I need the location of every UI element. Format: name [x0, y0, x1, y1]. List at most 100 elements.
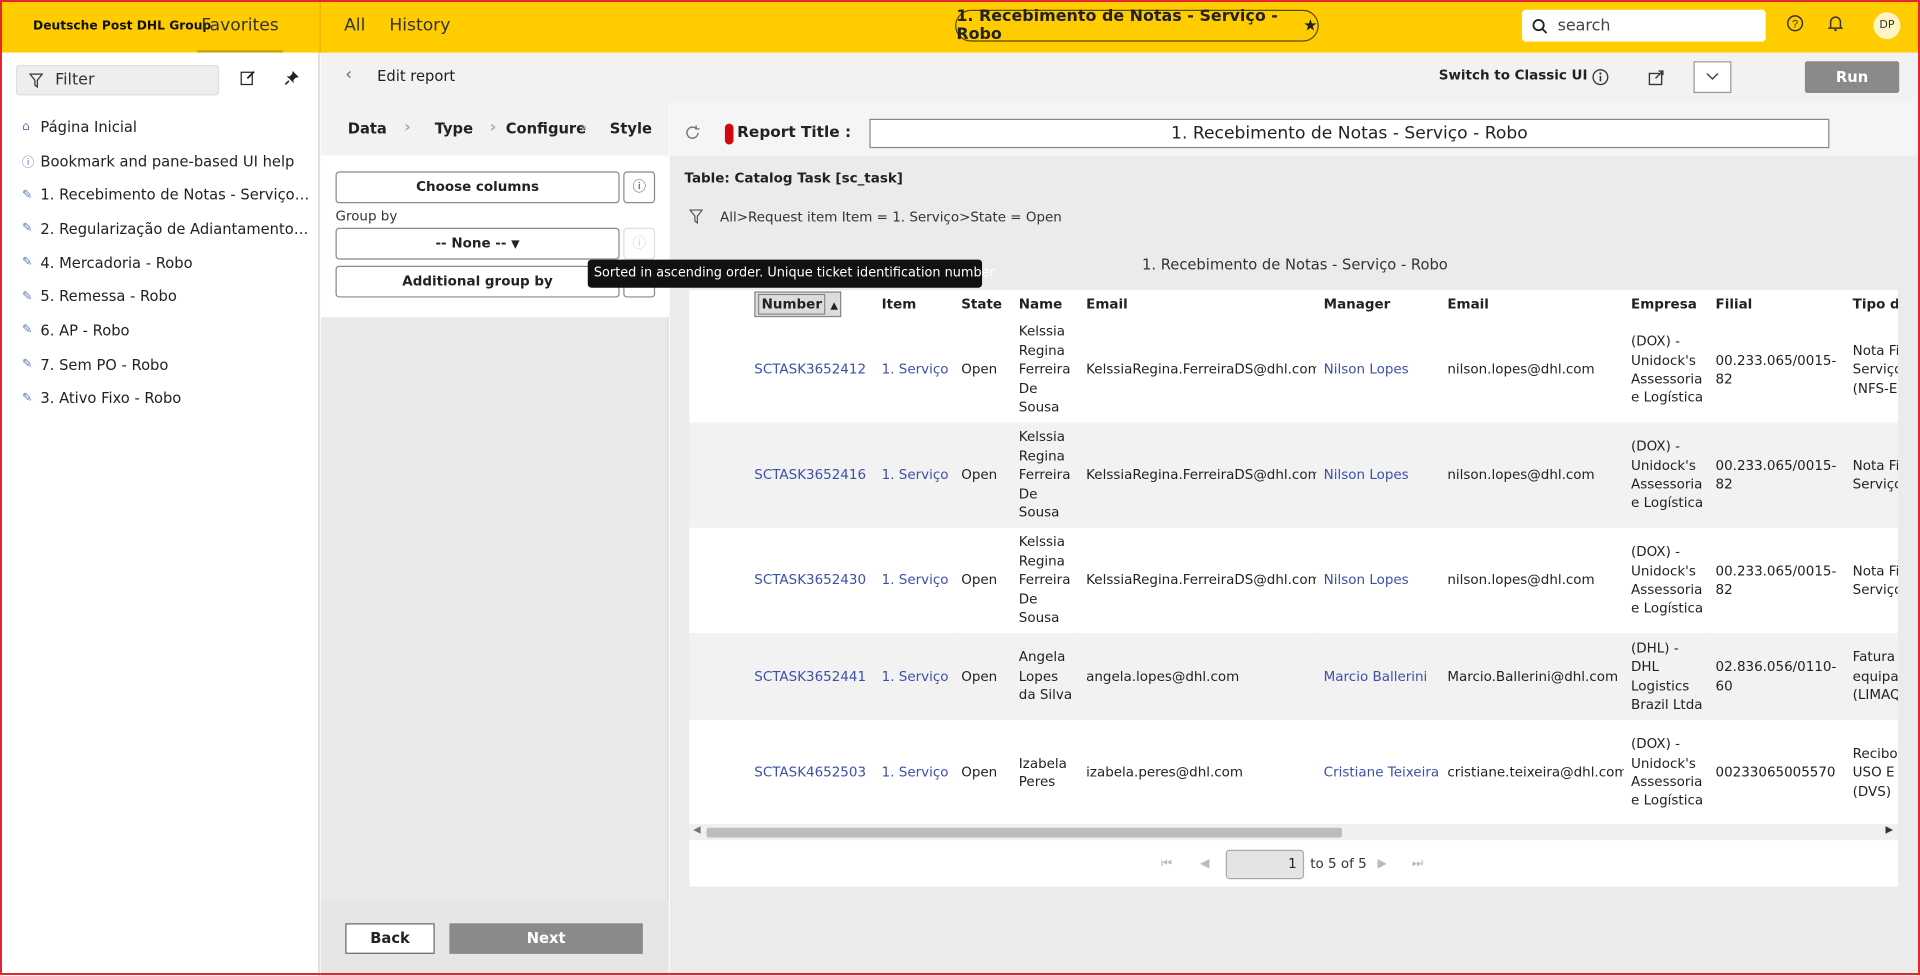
column-header-empresa[interactable]: Empresa: [1623, 290, 1709, 318]
cell-manager-email: nilson.lopes@dhl.com: [1440, 422, 1624, 528]
nav-item-sem-po[interactable]: ✎ 7. Sem PO - Robo: [0, 348, 318, 382]
nav-item-label: Bookmark and pane-based UI help: [40, 152, 295, 170]
cell-item-link[interactable]: 1. Serviço: [874, 633, 954, 721]
scroll-right-icon[interactable]: ▶: [1886, 824, 1894, 835]
nav-item-ui-help[interactable]: ⓘ Bookmark and pane-based UI help: [0, 144, 318, 178]
group-by-label: Group by: [335, 208, 398, 225]
user-avatar[interactable]: DP: [1873, 12, 1901, 40]
cell-filial: 00.233.065/0015-82: [1715, 562, 1837, 598]
nav-item-label: 7. Sem PO - Robo: [40, 355, 169, 374]
chevron-right-icon: ›: [404, 118, 411, 138]
cell-tipo: Nota Fis Serviço (NFS-E: [1852, 342, 1898, 397]
nav-filter-input[interactable]: Filter: [15, 64, 220, 96]
back-chevron-icon[interactable]: ‹: [345, 65, 352, 85]
edit-favorites-icon[interactable]: [238, 70, 258, 90]
column-header-email[interactable]: Email: [1078, 290, 1317, 318]
column-header-number[interactable]: Number ▲: [746, 290, 875, 318]
svg-text:?: ?: [1792, 19, 1798, 31]
step-data[interactable]: Data: [348, 120, 387, 137]
cell-email: KelssiaRegina.FerreiraDS@dhl.com: [1086, 361, 1317, 378]
cell-number-link[interactable]: SCTASK3652412: [747, 317, 874, 422]
choose-columns-button[interactable]: Choose columns: [335, 171, 620, 204]
nav-item-mercadoria[interactable]: ✎ 4. Mercadoria - Robo: [0, 246, 318, 280]
cell-item-link[interactable]: 1. Serviço: [874, 720, 954, 825]
filter-breadcrumb[interactable]: All>Request item Item = 1. Serviço>State…: [689, 209, 1062, 225]
cell-manager-link[interactable]: Cristiane Teixeira: [1316, 720, 1440, 825]
step-style[interactable]: Style: [610, 120, 652, 137]
cell-item-link[interactable]: 1. Serviço: [874, 528, 954, 633]
page-number-input[interactable]: 1: [1225, 849, 1305, 880]
left-navigation: Filter ⌂ Página Inicial ⓘ Bookmark and pan…: [0, 52, 320, 976]
scroll-left-icon[interactable]: ◀: [693, 824, 701, 835]
edit-icon: ✎: [22, 323, 33, 338]
nav-item-regularizacao[interactable]: ✎ 2. Regularização de Adiantamento - Robo: [0, 212, 318, 246]
cell-number-link[interactable]: SCTASK3652430: [747, 528, 874, 633]
column-header-filial[interactable]: Filial: [1708, 290, 1846, 318]
brand-logo[interactable]: Deutsche Post DHL Group: [0, 20, 211, 33]
nav-item-ap[interactable]: ✎ 6. AP - Robo: [0, 314, 318, 348]
nav-item-pagina-inicial[interactable]: ⌂ Página Inicial: [0, 110, 318, 144]
cell-number-link[interactable]: SCTASK4652503: [747, 720, 874, 825]
star-icon[interactable]: ★: [1303, 17, 1317, 35]
column-header-tipo[interactable]: Tipo de: [1845, 290, 1898, 318]
switch-classic-ui-link[interactable]: Switch to Classic UI: [1439, 67, 1588, 83]
group-by-value: -- None --: [435, 235, 507, 252]
bell-icon[interactable]: [1825, 15, 1847, 37]
table-row: SCTASK3652416 1. Serviço Open Kelssia Re…: [689, 422, 1898, 528]
help-icon: ⓘ: [22, 156, 35, 171]
back-button[interactable]: Back: [345, 923, 435, 954]
column-header-item[interactable]: Item: [874, 290, 954, 318]
scrollbar-thumb[interactable]: [706, 827, 1343, 838]
nav-item-remessa[interactable]: ✎ 5. Remessa - Robo: [0, 280, 318, 314]
cell-manager-link[interactable]: Marcio Ballerini: [1316, 633, 1441, 721]
all-tab[interactable]: All: [344, 0, 365, 53]
favorites-tab[interactable]: Favorites: [197, 0, 283, 53]
cell-manager-email: Marcio.Ballerini@dhl.com: [1440, 633, 1624, 721]
horizontal-scrollbar[interactable]: ◀ ▶: [689, 824, 1898, 841]
pagination: ⏮ ◀ 1 to 5 of 5 ▶ ⏭: [689, 842, 1898, 887]
cell-state: Open: [953, 633, 1012, 721]
column-header-name[interactable]: Name: [1011, 290, 1079, 318]
cell-number-link[interactable]: SCTASK3652441: [746, 633, 875, 721]
info-icon[interactable]: [1589, 69, 1611, 91]
more-options-dropdown[interactable]: [1693, 61, 1732, 94]
run-button[interactable]: Run: [1804, 61, 1900, 94]
report-table-container: Number ▲ Item State Name Email Manager E…: [689, 290, 1898, 843]
nav-item-ativo-fixo[interactable]: ✎ 3. Ativo Fixo - Robo: [0, 381, 318, 415]
edit-icon: ✎: [22, 256, 33, 270]
additional-group-by-button[interactable]: Additional group by: [335, 265, 620, 298]
pin-icon[interactable]: [282, 70, 302, 90]
column-header-state[interactable]: State: [953, 290, 1012, 318]
cell-filial: 00233065005570: [1715, 764, 1836, 781]
cell-manager-link[interactable]: Nilson Lopes: [1316, 422, 1441, 528]
refresh-icon[interactable]: [684, 125, 700, 146]
step-configure[interactable]: Configure: [506, 120, 586, 137]
chevron-down-icon: [1706, 72, 1719, 81]
share-icon[interactable]: [1646, 69, 1668, 91]
column-header-manager[interactable]: Manager: [1316, 290, 1441, 318]
nav-item-label: Página Inicial: [40, 118, 137, 136]
filter-placeholder: Filter: [55, 71, 95, 90]
cell-number-link[interactable]: SCTASK3652416: [746, 422, 875, 528]
cell-item-link[interactable]: 1. Serviço: [874, 317, 954, 422]
group-by-select[interactable]: -- None -- ▼: [335, 227, 620, 260]
global-search-input[interactable]: search: [1522, 9, 1766, 42]
caret-down-icon: ▼: [511, 238, 520, 252]
wizard-footer: Back Next: [320, 901, 669, 976]
step-type[interactable]: Type: [435, 120, 473, 137]
wizard-steps: Data › Type › Configure › Style: [320, 101, 669, 156]
help-icon[interactable]: ?: [1784, 15, 1806, 37]
cell-name: Izabela Peres: [1018, 755, 1067, 790]
table-row: SCTASK3652441 1. Serviço Open Angela Lop…: [689, 633, 1898, 721]
cell-manager-link[interactable]: Nilson Lopes: [1316, 528, 1440, 633]
report-title-input[interactable]: 1. Recebimento de Notas - Serviço - Robo: [869, 118, 1830, 149]
nav-item-recebimento[interactable]: ✎ 1. Recebimento de Notas - Serviço - Rob…: [0, 178, 318, 212]
history-tab[interactable]: History: [389, 0, 450, 53]
column-header-manager-email[interactable]: Email: [1440, 290, 1624, 318]
cell-manager-link[interactable]: Nilson Lopes: [1316, 317, 1440, 422]
cell-item-link[interactable]: 1. Serviço: [874, 422, 954, 528]
cell-name: Kelssia Regina Ferreira De Sousa: [1011, 422, 1079, 528]
next-button[interactable]: Next: [449, 923, 643, 954]
choose-columns-info-icon[interactable]: ⓘ: [623, 171, 656, 204]
current-page-pill[interactable]: 1. Recebimento de Notas - Serviço - Robo…: [955, 7, 1319, 44]
